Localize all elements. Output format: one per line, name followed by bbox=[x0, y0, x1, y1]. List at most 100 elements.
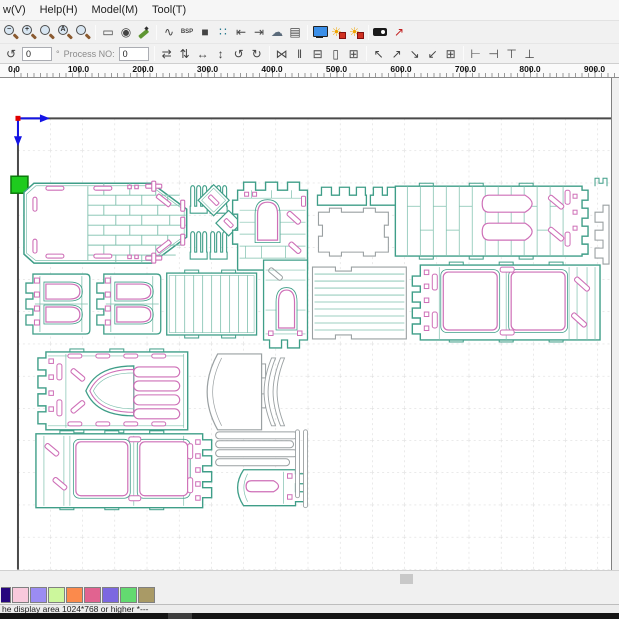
color-swatch-5[interactable] bbox=[84, 587, 101, 603]
menu-bar: w(V) Help(H) Model(M) Tool(T) bbox=[0, 0, 619, 21]
piece-octagon-brick-panel[interactable] bbox=[24, 181, 187, 263]
bsp-curve-icon[interactable]: BSP bbox=[178, 24, 196, 41]
laser-origin-icon[interactable] bbox=[329, 24, 347, 41]
color-swatch-1[interactable] bbox=[12, 587, 29, 603]
align-bottom-right-icon[interactable]: ↘ bbox=[406, 45, 424, 62]
preview-monitor-icon[interactable] bbox=[311, 24, 329, 41]
toolbar-separator bbox=[366, 46, 367, 61]
pen-tool-icon[interactable] bbox=[135, 24, 153, 41]
piece-tracery-panel[interactable] bbox=[38, 349, 188, 433]
ruler-label-900.0: 900.0 bbox=[584, 64, 605, 74]
color-swatch-2[interactable] bbox=[30, 587, 47, 603]
magnifier-glass: A bbox=[58, 25, 68, 35]
rotate-left-icon[interactable]: ↺ bbox=[230, 45, 248, 62]
h-distance-icon[interactable]: ⇤ bbox=[232, 24, 250, 41]
same-size-icon[interactable]: ⊞ bbox=[345, 45, 363, 62]
magnifier-glass: − bbox=[4, 25, 14, 35]
status-text: he display area 1024*768 or higher *--- bbox=[2, 604, 148, 613]
simulate-icon[interactable]: ◉ bbox=[117, 24, 135, 41]
piece-arch-column[interactable] bbox=[264, 260, 308, 348]
menu-item-1[interactable]: Help(H) bbox=[40, 4, 78, 16]
device-icon[interactable] bbox=[372, 24, 390, 41]
align-left-icon[interactable]: ⊢ bbox=[467, 45, 485, 62]
vertical-scrollbar[interactable] bbox=[612, 78, 619, 570]
piece-tower-panel-1[interactable] bbox=[26, 274, 90, 334]
toolbar-separator bbox=[368, 25, 369, 40]
color-swatch-6[interactable] bbox=[102, 587, 119, 603]
piece-tower-wall[interactable] bbox=[233, 182, 308, 270]
ruler-label-200.0: 200.0 bbox=[132, 64, 153, 74]
zoom-in-icon[interactable]: + bbox=[20, 24, 38, 41]
stretch-horizontal-icon[interactable]: ↔ bbox=[194, 45, 212, 62]
angle-input[interactable]: 0 bbox=[22, 47, 52, 61]
laser-pen-icon[interactable]: ↗ bbox=[390, 24, 408, 41]
piece-ladder-panel[interactable] bbox=[312, 267, 406, 339]
drawing-canvas[interactable] bbox=[0, 78, 612, 570]
color-palette bbox=[0, 586, 619, 604]
menu-item-2[interactable]: Model(M) bbox=[92, 4, 138, 16]
color-swatch-4[interactable] bbox=[66, 587, 83, 603]
piece-curved-panel[interactable] bbox=[207, 354, 265, 430]
horizontal-ruler[interactable]: 0.0100.0200.0300.0400.0500.0600.0700.080… bbox=[0, 63, 619, 78]
align-bottom-icon[interactable]: ⊥ bbox=[521, 45, 539, 62]
piece-comb-right[interactable] bbox=[595, 205, 609, 264]
piece-plain-panel[interactable] bbox=[318, 208, 388, 256]
ruler-label-700.0: 700.0 bbox=[455, 64, 476, 74]
piece-tower-panel-2[interactable] bbox=[97, 274, 161, 334]
laser-position-icon[interactable] bbox=[347, 24, 365, 41]
horizontal-scrollbar[interactable] bbox=[0, 570, 619, 586]
align-bottom-left-icon[interactable]: ↙ bbox=[424, 45, 442, 62]
cloud-icon[interactable]: ☁ bbox=[268, 24, 286, 41]
menu-item-0[interactable]: w(V) bbox=[3, 4, 26, 16]
ruler-label-100.0: 100.0 bbox=[68, 64, 89, 74]
color-swatch-3[interactable] bbox=[48, 587, 65, 603]
zoom-out-icon[interactable]: − bbox=[2, 24, 20, 41]
ruler-label-500.0: 500.0 bbox=[326, 64, 347, 74]
align-top-right-icon[interactable]: ↗ bbox=[388, 45, 406, 62]
piece-battlement-strip-1[interactable] bbox=[317, 187, 366, 205]
scrollbar-thumb[interactable] bbox=[400, 574, 413, 584]
piece-plank-panel[interactable] bbox=[395, 183, 588, 259]
process-no-label: Process NO: bbox=[64, 49, 115, 59]
piece-striped-panel[interactable] bbox=[167, 270, 257, 338]
same-width-icon[interactable]: ⊟ bbox=[309, 45, 327, 62]
mirror-horizontal-icon[interactable]: ⇄ bbox=[158, 45, 176, 62]
ruler-label-600.0: 600.0 bbox=[390, 64, 411, 74]
color-swatch-7[interactable] bbox=[120, 587, 137, 603]
fill-tool-icon[interactable]: ■ bbox=[196, 24, 214, 41]
align-center-icon[interactable]: ⊞ bbox=[442, 45, 460, 62]
node-edit-icon[interactable]: ∷ bbox=[214, 24, 232, 41]
curve-tool-icon[interactable]: ∿ bbox=[160, 24, 178, 41]
process-no-input[interactable]: 0 bbox=[119, 47, 149, 61]
status-bar: he display area 1024*768 or higher *--- bbox=[0, 604, 619, 613]
group-icon[interactable]: ‖ bbox=[291, 45, 309, 62]
magnifier-glass bbox=[76, 25, 86, 35]
toolbar-separator bbox=[269, 46, 270, 61]
align-top-left-icon[interactable]: ↖ bbox=[370, 45, 388, 62]
align-right-icon[interactable]: ⊣ bbox=[485, 45, 503, 62]
color-swatch-8[interactable] bbox=[138, 587, 155, 603]
same-height-icon[interactable]: ▯ bbox=[327, 45, 345, 62]
taskbar-segment bbox=[168, 613, 192, 619]
toolbar-separator bbox=[154, 46, 155, 61]
rotate-right-icon[interactable]: ↻ bbox=[248, 45, 266, 62]
piece-door-panel-right[interactable] bbox=[412, 262, 600, 342]
mirror-vertical-icon[interactable]: ⇅ bbox=[176, 45, 194, 62]
stretch-vertical-icon[interactable]: ↕ bbox=[212, 45, 230, 62]
ruler-label-800.0: 800.0 bbox=[519, 64, 540, 74]
magnifier-glass bbox=[40, 25, 50, 35]
ruler-label-400.0: 400.0 bbox=[261, 64, 282, 74]
zoom-all-icon[interactable]: A bbox=[56, 24, 74, 41]
v-distance-icon[interactable]: ⇥ bbox=[250, 24, 268, 41]
rotate-angle-icon[interactable]: ↺ bbox=[2, 45, 20, 62]
menu-item-3[interactable]: Tool(T) bbox=[152, 4, 186, 16]
weld-icon[interactable]: ⋈ bbox=[273, 45, 291, 62]
param-list-icon[interactable]: ▤ bbox=[286, 24, 304, 41]
zoom-select-icon[interactable] bbox=[74, 24, 92, 41]
zoom-pan-icon[interactable] bbox=[38, 24, 56, 41]
taskbar-edge bbox=[0, 613, 619, 619]
align-top-icon[interactable]: ⊤ bbox=[503, 45, 521, 62]
piece-door-panel-bottom[interactable] bbox=[36, 431, 212, 510]
frame-tool-icon[interactable]: ▭ bbox=[99, 24, 117, 41]
color-swatch-0[interactable] bbox=[1, 587, 11, 603]
